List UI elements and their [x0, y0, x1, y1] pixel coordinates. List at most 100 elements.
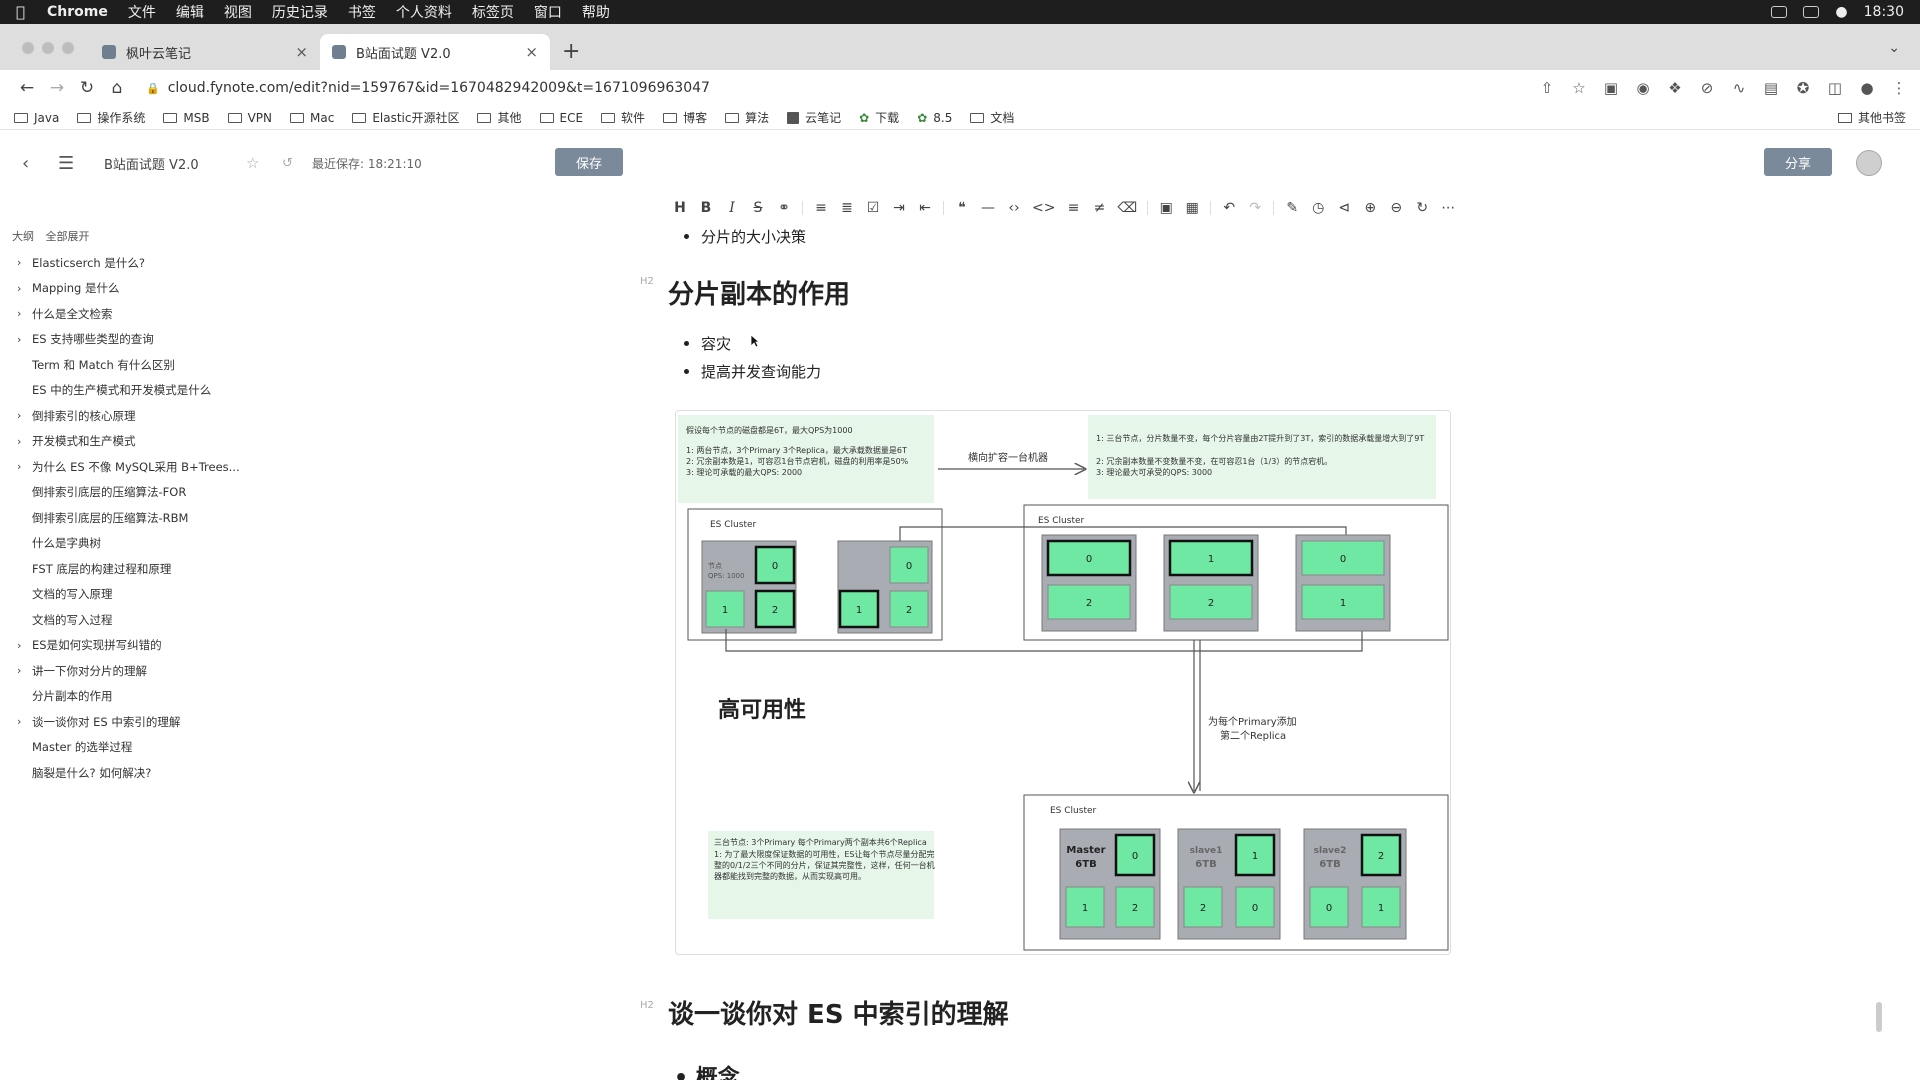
heading-anchor-icon[interactable]: H2 [640, 1000, 654, 1011]
menu-item-edit[interactable]: 编辑 [176, 2, 204, 22]
outline-item[interactable]: 文档的写入原理 [0, 582, 250, 608]
url-field[interactable]: 🔒 cloud.fynote.com/edit?nid=159767&id=16… [146, 80, 710, 96]
bookmark-software[interactable]: 软件 [601, 109, 645, 126]
heading-anchor-icon[interactable]: H2 [640, 276, 654, 287]
outline-item[interactable]: › 倒排索引的核心原理 [0, 403, 250, 429]
chevron-right-icon[interactable]: › [17, 715, 21, 728]
bookmark-mac[interactable]: Mac [290, 111, 334, 125]
back-arrow-icon[interactable]: ← [12, 78, 42, 98]
bookmark-java[interactable]: Java [14, 111, 59, 125]
indent-icon[interactable]: ⇥ [891, 200, 907, 216]
bookmark-msb[interactable]: MSB [163, 111, 210, 125]
outline-item[interactable]: ES 中的生产模式和开发模式是什么 [0, 378, 250, 404]
bookmark-blog[interactable]: 博客 [663, 109, 707, 126]
outline-item[interactable]: Term 和 Match 有什么区别 [0, 352, 250, 378]
chevron-right-icon[interactable]: › [17, 333, 21, 346]
bookmark-8-5[interactable]: ✿ 8.5 [917, 111, 952, 125]
tab-fynote[interactable]: 枫叶云笔记 × [90, 34, 320, 70]
outline-item[interactable]: FST 底层的构建过程和原理 [0, 556, 250, 582]
code-inline-icon[interactable]: ‹› [1006, 200, 1022, 216]
other-bookmarks[interactable]: 其他书签 [1837, 109, 1906, 126]
menu-item-window[interactable]: 窗口 [534, 2, 562, 22]
zoom-out-icon[interactable]: ⊖ [1388, 200, 1404, 216]
extension-chart-icon[interactable]: ∿ [1730, 79, 1748, 97]
menu-item-history[interactable]: 历史记录 [272, 2, 328, 22]
code-block-icon[interactable]: <> [1032, 200, 1055, 216]
section-heading[interactable]: 谈一谈你对 ES 中索引的理解 [668, 994, 1009, 1031]
extension-block-icon[interactable]: ⊘ [1698, 79, 1716, 97]
outline-item[interactable]: › 讲一下你对分片的理解 [0, 658, 250, 684]
siri-icon[interactable]: ● [1835, 4, 1847, 20]
sidebar-toggle-icon[interactable]: ◫ [1826, 79, 1844, 97]
menu-item-help[interactable]: 帮助 [582, 2, 610, 22]
tab-document[interactable]: B站面试题 V2.0 × [320, 34, 550, 70]
apple-icon[interactable]:  [16, 3, 25, 21]
clear-format-icon[interactable]: ⌫ [1117, 200, 1137, 216]
shard-replica-diagram[interactable]: 假设每个节点的磁盘都是6T，最大QPS为1000 1: 两台节点，3个Prima… [675, 410, 1451, 955]
outline-item[interactable]: › 谈一谈你对 ES 中索引的理解 [0, 709, 250, 735]
align-icon[interactable]: ≡ [1065, 200, 1081, 216]
outline-item[interactable]: 倒排索引底层的压缩算法-FOR [0, 480, 250, 506]
outline-item[interactable]: › 开发模式和生产模式 [0, 429, 250, 455]
save-button[interactable]: 保存 [555, 148, 623, 176]
redo-icon[interactable]: ↷ [1247, 200, 1263, 216]
quote-icon[interactable]: ❝ [954, 200, 970, 216]
menu-item-bookmarks[interactable]: 书签 [348, 2, 376, 22]
more-icon[interactable]: ⋯ [1440, 200, 1456, 216]
menu-item-profile[interactable]: 个人资料 [396, 2, 452, 22]
share-icon[interactable]: ⇧ [1538, 79, 1556, 97]
outline-item[interactable]: › ES是如何实现拼写纠错的 [0, 633, 250, 659]
link-icon[interactable]: ⚭ [776, 200, 792, 216]
bookmark-star-icon[interactable]: ☆ [1570, 79, 1588, 97]
chevron-right-icon[interactable]: › [17, 256, 21, 269]
chevron-right-icon[interactable]: › [17, 435, 21, 448]
user-avatar[interactable] [1856, 150, 1882, 176]
bookmark-ece[interactable]: ECE [539, 111, 583, 125]
mindmap-icon[interactable]: ⊲ [1336, 200, 1352, 216]
outline-item[interactable]: › Elasticserch 是什么? [0, 250, 250, 276]
bookmark-os[interactable]: 操作系统 [77, 109, 145, 126]
list-item[interactable]: 容灾 [684, 333, 731, 354]
text-format-icon[interactable]: ≠ [1091, 200, 1107, 216]
checklist-icon[interactable]: ☑ [865, 200, 881, 216]
image-icon[interactable]: ▣ [1158, 200, 1174, 216]
menu-app-name[interactable]: Chrome [47, 4, 108, 20]
italic-icon[interactable]: I [724, 200, 740, 216]
outline-item[interactable]: › ES 支持哪些类型的查询 [0, 327, 250, 353]
share-button[interactable]: 分享 [1764, 148, 1832, 176]
display-icon[interactable] [1771, 6, 1788, 18]
reload-icon[interactable]: ↻ [72, 78, 102, 98]
close-window-button[interactable] [22, 42, 34, 54]
bookmark-algorithm[interactable]: 算法 [725, 109, 769, 126]
heading-icon[interactable]: H [672, 200, 688, 216]
close-tab-icon[interactable]: × [295, 43, 308, 61]
home-icon[interactable]: ⌂ [102, 78, 132, 98]
outline-item[interactable]: 文档的写入过程 [0, 607, 250, 633]
refresh-icon[interactable]: ↻ [1414, 200, 1430, 216]
table-icon[interactable]: ▦ [1184, 200, 1200, 216]
menu-item-file[interactable]: 文件 [128, 2, 156, 22]
document-scrollbar[interactable] [1876, 1002, 1882, 1032]
outline-item[interactable]: › 为什么 ES 不像 MySQL采用 B+Trees... [0, 454, 250, 480]
expand-all-link[interactable]: 全部展开 [46, 230, 90, 243]
chevron-right-icon[interactable]: › [17, 460, 21, 473]
profile-avatar-icon[interactable]: ● [1858, 79, 1876, 97]
bold-icon[interactable]: B [698, 200, 714, 216]
zoom-in-icon[interactable]: ⊕ [1362, 200, 1378, 216]
outline-item[interactable]: › Mapping 是什么 [0, 276, 250, 302]
bullet-list-icon[interactable]: ≡ [813, 200, 829, 216]
outline-item[interactable]: 什么是字典树 [0, 531, 250, 557]
hamburger-menu-icon[interactable]: ☰ [58, 153, 74, 174]
browser-menu-icon[interactable]: ⋮ [1890, 79, 1908, 97]
extensions-puzzle-icon[interactable]: ✪ [1794, 79, 1812, 97]
list-item[interactable]: 分片的大小决策 [684, 226, 806, 247]
outline-item[interactable]: 脑裂是什么? 如何解决? [0, 760, 250, 786]
section-heading[interactable]: 分片副本的作用 [668, 274, 850, 311]
pen-icon[interactable]: ✎ [1284, 200, 1300, 216]
minimize-window-button[interactable] [42, 42, 54, 54]
menu-item-tabs[interactable]: 标签页 [472, 2, 514, 22]
control-center-icon[interactable] [1803, 6, 1820, 18]
lock-icon[interactable]: 🔒 [146, 82, 160, 95]
list-item[interactable]: 提高并发查询能力 [684, 361, 821, 382]
extension-tool-icon[interactable]: ❖ [1666, 79, 1684, 97]
